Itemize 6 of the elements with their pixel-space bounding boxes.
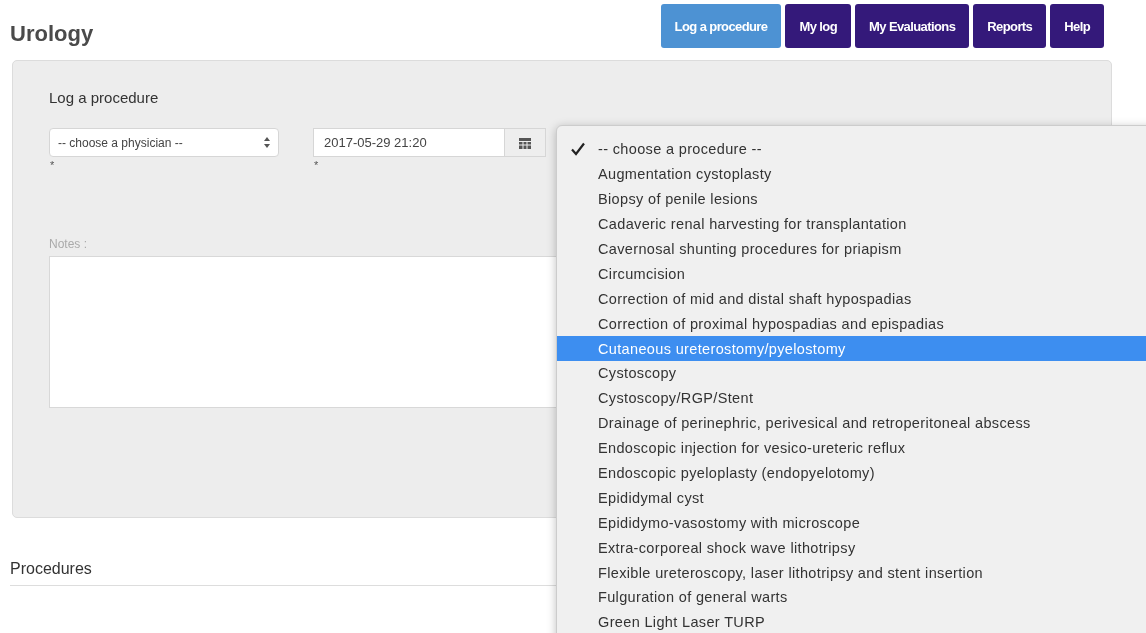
page-title: Urology <box>10 21 94 47</box>
notes-label: Notes : <box>49 237 87 251</box>
required-mark: * <box>50 159 56 171</box>
required-mark: * <box>314 159 320 171</box>
section-heading: Procedures <box>10 560 556 586</box>
form-title: Log a procedure <box>49 89 160 106</box>
